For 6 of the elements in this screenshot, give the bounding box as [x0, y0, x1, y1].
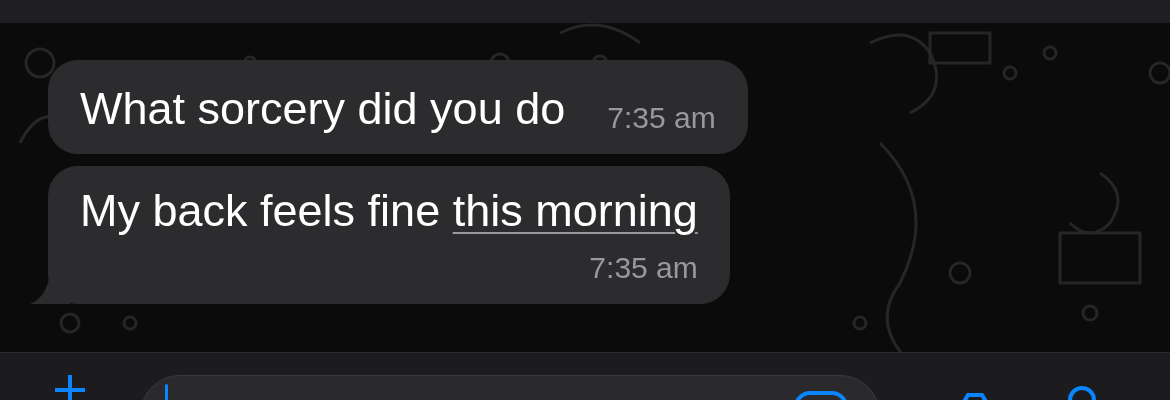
message-time: 7:35 am: [589, 250, 698, 286]
message-time: 7:35 am: [607, 100, 716, 136]
message-text: What sorcery did you do: [80, 82, 566, 136]
date-link[interactable]: this morning: [452, 185, 698, 236]
plus-icon[interactable]: [55, 375, 85, 400]
message-text: My back feels fine this morning: [80, 184, 698, 238]
